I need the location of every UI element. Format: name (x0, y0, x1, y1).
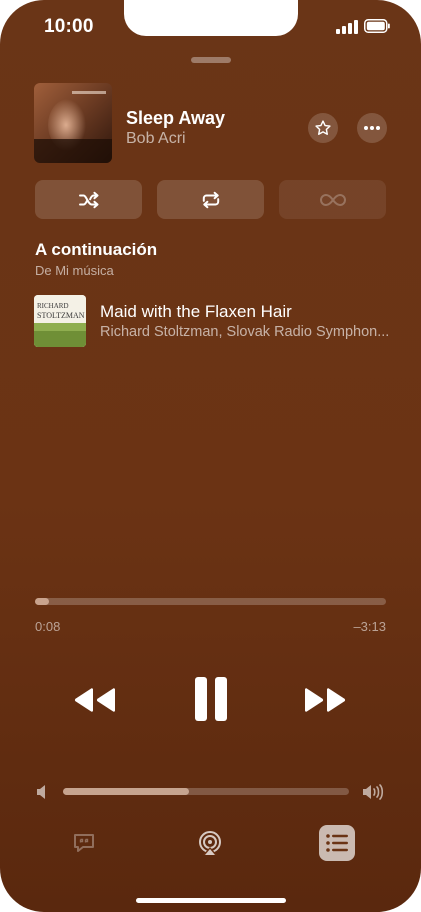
now-playing-screen: 10:00 Sleep Away Bob Acri A continuación… (0, 0, 421, 912)
pause-icon (195, 677, 227, 721)
more-options-button[interactable] (357, 113, 387, 143)
queue-art-text-1: RICHARD (37, 302, 69, 310)
favorite-button[interactable] (308, 113, 338, 143)
volume-low-icon (37, 785, 45, 799)
queue-item-artist: Richard Stoltzman, Slovak Radio Symphon.… (100, 324, 390, 340)
rewind-icon (74, 688, 115, 712)
previous-track-button[interactable] (70, 680, 120, 720)
device-notch (124, 0, 298, 36)
volume-fill (63, 788, 189, 795)
status-time: 10:00 (44, 16, 94, 37)
battery-icon (364, 19, 390, 33)
playback-progress-fill (35, 598, 50, 605)
queue-list-icon (326, 834, 348, 852)
album-artwork[interactable] (34, 83, 112, 163)
airplay-icon (199, 831, 221, 855)
fast-forward-icon (305, 688, 346, 712)
up-next-source: De Mi música (35, 263, 114, 278)
repeat-icon (202, 191, 219, 208)
elapsed-time: 0:08 (35, 619, 61, 634)
pause-button[interactable] (188, 674, 234, 724)
star-icon (315, 120, 331, 135)
volume-high-icon (363, 784, 384, 800)
autoplay-button[interactable] (279, 180, 386, 219)
song-title: Sleep Away (126, 108, 226, 128)
queue-item-artwork[interactable]: RICHARD STOLTZMAN (34, 295, 86, 347)
lyrics-icon (74, 834, 94, 852)
repeat-button[interactable] (157, 180, 264, 219)
song-artist[interactable]: Bob Acri (126, 130, 186, 148)
queue-art-text-2: STOLTZMAN (37, 311, 85, 320)
lyrics-button[interactable] (66, 825, 102, 861)
home-indicator[interactable] (136, 898, 286, 903)
remaining-time: –3:13 (353, 619, 386, 634)
ellipsis-icon (364, 126, 380, 130)
playback-progress-slider[interactable] (35, 598, 386, 605)
sheet-grabber[interactable] (191, 57, 231, 63)
up-next-heading: A continuación (35, 240, 158, 259)
volume-slider[interactable] (63, 788, 349, 795)
queue-button[interactable] (319, 825, 355, 861)
infinity-icon (319, 193, 346, 206)
shuffle-button[interactable] (35, 180, 142, 219)
next-track-button[interactable] (300, 680, 350, 720)
airplay-button[interactable] (192, 825, 228, 861)
queue-item-title[interactable]: Maid with the Flaxen Hair (100, 302, 292, 322)
cellular-signal-icon (336, 20, 358, 34)
shuffle-icon (78, 191, 99, 208)
